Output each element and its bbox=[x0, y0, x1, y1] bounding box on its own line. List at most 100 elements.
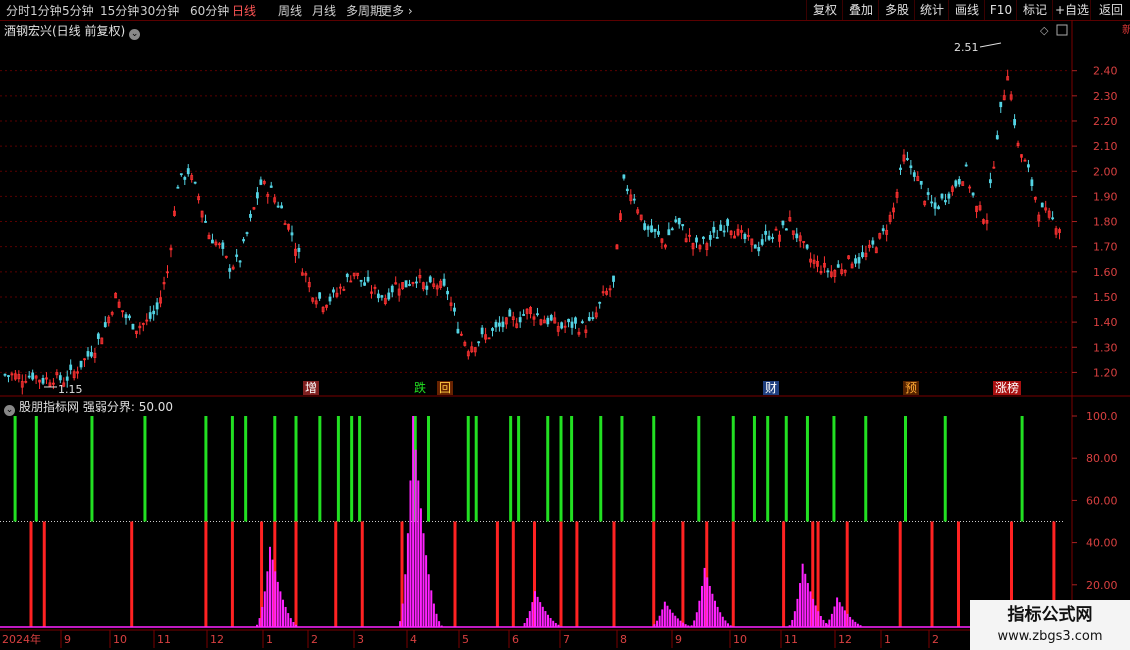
candle-body bbox=[428, 276, 432, 283]
candle-body bbox=[380, 295, 384, 298]
candle-body bbox=[549, 315, 553, 321]
candle-body bbox=[995, 135, 999, 140]
candle-body bbox=[570, 321, 574, 328]
green-signal-bar-17 bbox=[509, 416, 513, 522]
red-signal-bar-26 bbox=[898, 521, 902, 627]
magenta-bar-2 bbox=[528, 611, 531, 627]
candle-body bbox=[912, 172, 916, 177]
magenta-bar-5 bbox=[812, 598, 815, 627]
candle-body bbox=[743, 233, 747, 240]
candle-body bbox=[954, 180, 958, 187]
indicator-y-axis: 100.0 80.00 60.00 40.00 20.00 bbox=[1072, 410, 1118, 592]
magenta-bar-1 bbox=[435, 613, 438, 627]
magenta-bar-4 bbox=[716, 606, 719, 627]
candle-body bbox=[857, 257, 861, 264]
candle-body bbox=[377, 293, 380, 299]
candle-body bbox=[86, 351, 90, 357]
candle-body bbox=[784, 228, 788, 231]
magenta-bar-3 bbox=[676, 618, 679, 627]
watermark: 指标公式网 www.zbgs3.com bbox=[970, 600, 1130, 650]
candle-body bbox=[69, 364, 73, 370]
magenta-bar-1 bbox=[399, 621, 402, 627]
event-marker-4[interactable]: 预 bbox=[905, 381, 917, 395]
green-signal-bar-14 bbox=[427, 416, 430, 522]
candle-body bbox=[179, 173, 183, 176]
candle-body bbox=[940, 193, 944, 199]
magenta-bar-5 bbox=[817, 611, 820, 627]
event-marker-1[interactable]: 跌 bbox=[414, 380, 426, 395]
candle-body bbox=[387, 292, 391, 300]
magenta-bar-2 bbox=[526, 618, 529, 627]
ytick-label-12: 1.20 bbox=[1093, 366, 1118, 379]
ind-ytick-label-0: 100.0 bbox=[1086, 410, 1118, 423]
magenta-bar-4 bbox=[708, 585, 711, 627]
candle-body bbox=[757, 247, 761, 252]
magenta-bar-6 bbox=[836, 597, 839, 627]
magenta-bar-4 bbox=[706, 577, 709, 627]
red-signal-bar-15 bbox=[559, 521, 563, 627]
green-signal-bar-28 bbox=[766, 416, 770, 522]
candle-body bbox=[290, 232, 294, 236]
magenta-bar-0 bbox=[258, 618, 261, 627]
magenta-bar-1 bbox=[419, 508, 422, 627]
candle-body bbox=[1027, 164, 1030, 168]
green-signal-bar-32 bbox=[864, 416, 868, 522]
candle-body bbox=[722, 230, 726, 233]
candle-body bbox=[494, 321, 498, 328]
candle-body bbox=[404, 280, 408, 288]
candle-body bbox=[836, 264, 840, 268]
magenta-bar-4 bbox=[714, 600, 716, 627]
green-signal-bar-6 bbox=[244, 416, 248, 522]
candle-body bbox=[3, 373, 7, 376]
candle-body bbox=[643, 223, 647, 230]
red-signal-bar-4 bbox=[230, 521, 234, 627]
green-signal-bar-20 bbox=[559, 416, 563, 522]
window-icon[interactable] bbox=[1056, 24, 1068, 36]
candle-body bbox=[598, 301, 602, 304]
xtick-label-1: 9 bbox=[64, 633, 71, 646]
candle-body bbox=[567, 318, 570, 323]
ytick-label-10: 1.40 bbox=[1093, 316, 1118, 329]
magenta-bar-4 bbox=[693, 620, 696, 627]
ytick-label-3: 2.10 bbox=[1093, 140, 1118, 153]
xtick-label-16: 12 bbox=[838, 633, 852, 646]
candle-body bbox=[764, 231, 768, 235]
candle-body bbox=[708, 235, 712, 240]
ytick-label-2: 2.20 bbox=[1093, 115, 1118, 128]
candle-body bbox=[719, 224, 723, 231]
diamond-icon[interactable]: ◇ bbox=[1040, 24, 1049, 37]
candle-body bbox=[283, 223, 287, 226]
green-signal-bar-33 bbox=[904, 416, 907, 522]
magenta-bar-0 bbox=[289, 618, 292, 627]
candle-body bbox=[280, 205, 284, 209]
magenta-bar-0 bbox=[274, 571, 277, 627]
xtick-label-14: 10 bbox=[733, 633, 747, 646]
magenta-bar-1 bbox=[430, 590, 433, 627]
candle-body bbox=[753, 244, 757, 249]
ytick-label-7: 1.70 bbox=[1093, 241, 1118, 254]
event-marker-2[interactable]: 回 bbox=[439, 381, 451, 395]
magenta-bar-2 bbox=[531, 602, 534, 627]
green-signal-bar-15 bbox=[466, 416, 470, 522]
candlestick-series bbox=[3, 69, 1061, 395]
candle-body bbox=[906, 158, 909, 160]
candle-body bbox=[390, 285, 394, 293]
magenta-bar-4 bbox=[703, 567, 706, 627]
red-signal-bar-2 bbox=[130, 521, 134, 627]
candle-body bbox=[937, 206, 940, 210]
panel-icons: ◇ bbox=[1040, 24, 1068, 37]
candle-body bbox=[726, 219, 730, 226]
green-signal-bar-27 bbox=[752, 416, 756, 522]
magenta-bar-3 bbox=[671, 612, 674, 627]
event-marker-3[interactable]: 财 bbox=[765, 381, 777, 395]
magenta-bar-5 bbox=[809, 591, 812, 627]
candle-body bbox=[297, 247, 301, 252]
candle-body bbox=[27, 375, 31, 378]
event-marker-0[interactable]: 增 bbox=[305, 381, 317, 395]
candle-body bbox=[41, 377, 45, 384]
magenta-bar-5 bbox=[814, 605, 817, 627]
candle-body bbox=[359, 279, 363, 282]
event-marker-5[interactable]: 涨榜 bbox=[995, 380, 1019, 395]
green-signal-bar-21 bbox=[570, 416, 574, 522]
xtick-label-3: 11 bbox=[157, 633, 171, 646]
